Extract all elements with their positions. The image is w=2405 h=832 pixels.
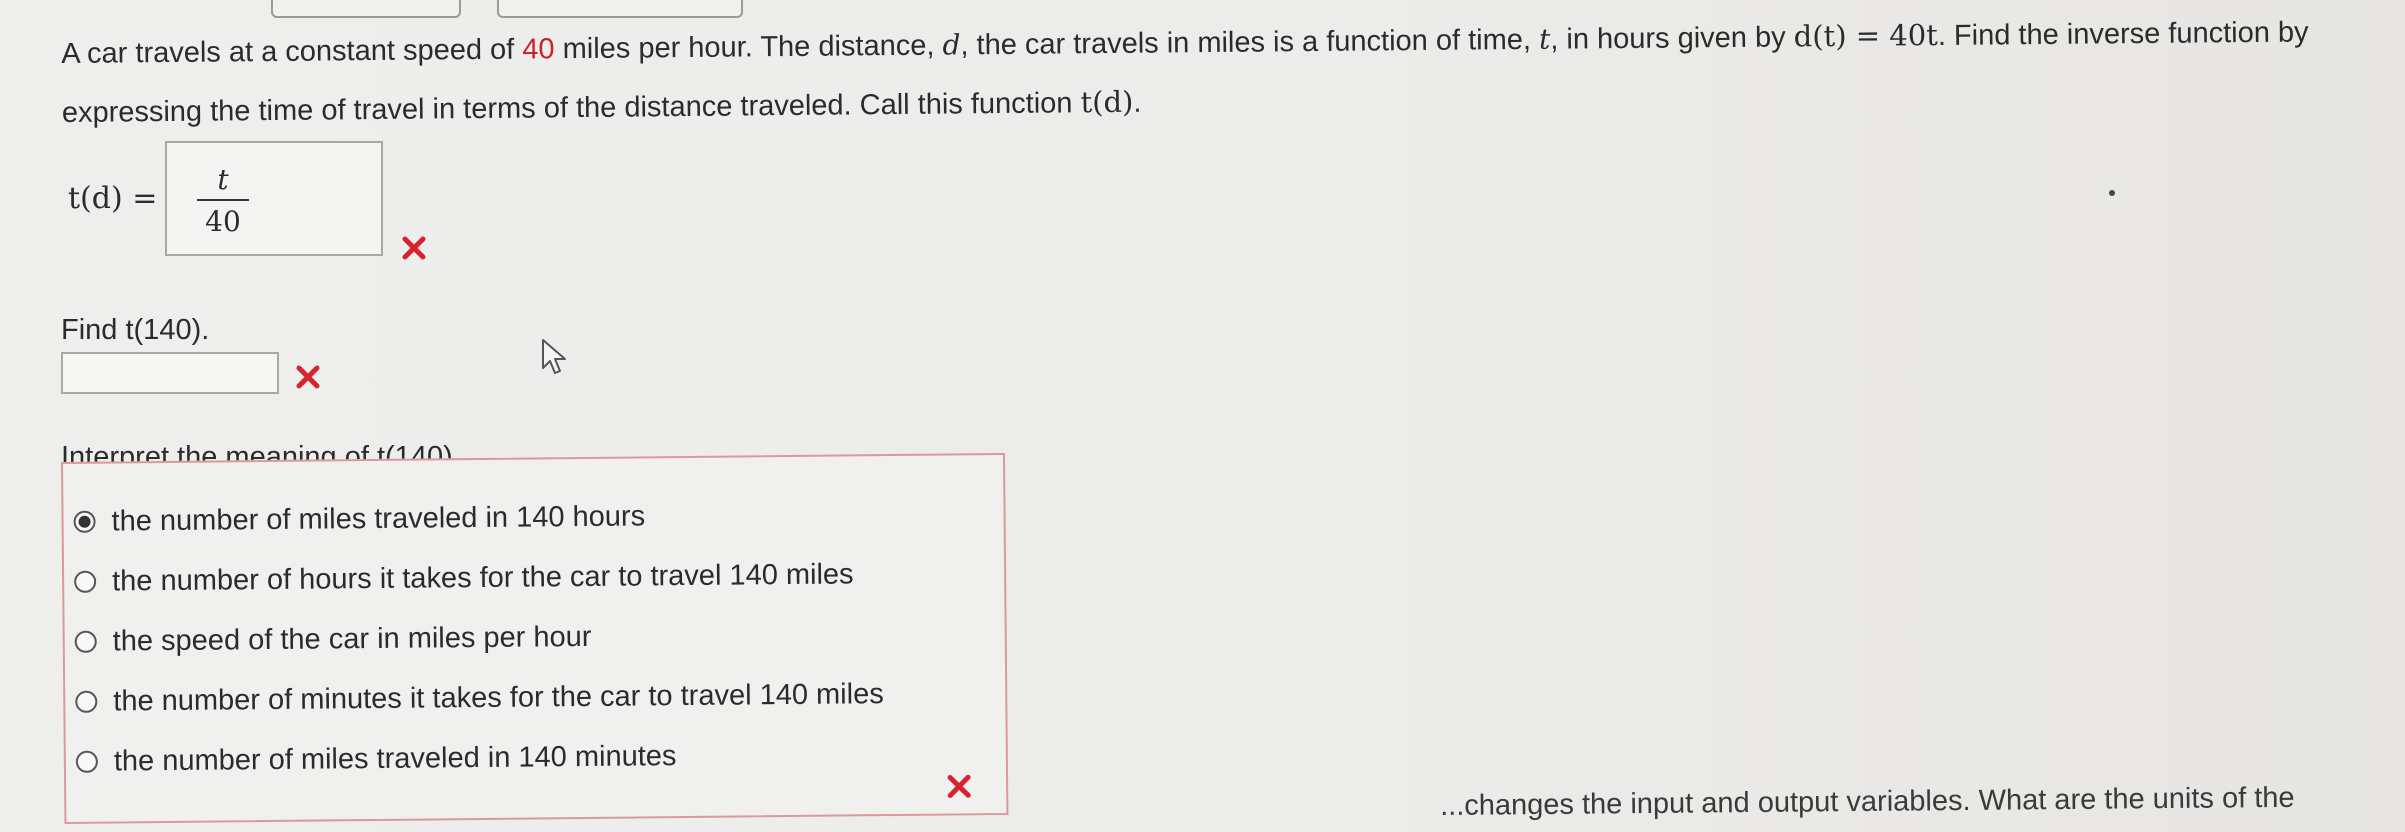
stray-dot [2109,190,2115,196]
choice-label: the speed of the car in miles per hour [112,620,592,658]
inverse-function-answer-box[interactable]: t 40 [165,141,383,256]
x-mark-icon [399,233,429,263]
x-mark-icon [293,362,323,392]
statement-text: , in hours given by [1550,21,1794,56]
t140-input[interactable] [61,352,279,394]
choice-label: the number of miles traveled in 140 hour… [111,499,646,538]
mouse-cursor-icon [540,338,572,380]
x-mark-icon [944,771,974,801]
choice-option-5[interactable]: the number of miles traveled in 140 minu… [75,736,677,782]
choice-label: the number of hours it takes for the car… [111,557,854,598]
statement-text: miles per hour. The distance, [554,29,943,66]
fraction-numerator: t [217,163,229,196]
inverse-function-label: t(d) = [68,181,158,216]
speed-value: 40 [522,33,555,66]
next-question-text: ...changes the input and output variable… [1440,781,2295,822]
problem-area: A car travels at a constant speed of 40 … [0,0,2405,832]
choice-option-1[interactable]: the number of miles traveled in 140 hour… [73,496,645,541]
statement-text: A car travels at a constant speed of [61,33,523,70]
variable-t: t [1538,22,1551,56]
distance-formula: d(t) = 40t [1793,17,1939,54]
variable-d: d [942,28,961,62]
answer-fraction: t 40 [197,163,249,239]
choice-option-3[interactable]: the speed of the car in miles per hour [74,617,592,662]
radio-button[interactable] [75,690,98,713]
radio-button[interactable] [74,570,97,593]
radio-button[interactable] [74,630,97,653]
fraction-denominator: 40 [205,205,241,238]
choice-option-4[interactable]: the number of minutes it takes for the c… [75,674,884,722]
choice-label: the number of miles traveled in 140 minu… [113,739,677,778]
problem-statement: A car travels at a constant speed of 40 … [61,2,2362,142]
statement-text: , the car travels in miles is a function… [960,23,1540,62]
choice-option-2[interactable]: the number of hours it takes for the car… [74,554,854,601]
radio-button-selected[interactable] [73,510,96,533]
fraction-bar [197,199,249,201]
statement-text: . [1133,86,1142,119]
function-name: t(d) [1080,84,1134,120]
choice-label: the number of minutes it takes for the c… [113,677,884,718]
find-label: Find t(140). [61,314,210,346]
radio-button[interactable] [75,750,98,773]
interpret-choices: the number of miles traveled in 140 hour… [61,452,1009,824]
